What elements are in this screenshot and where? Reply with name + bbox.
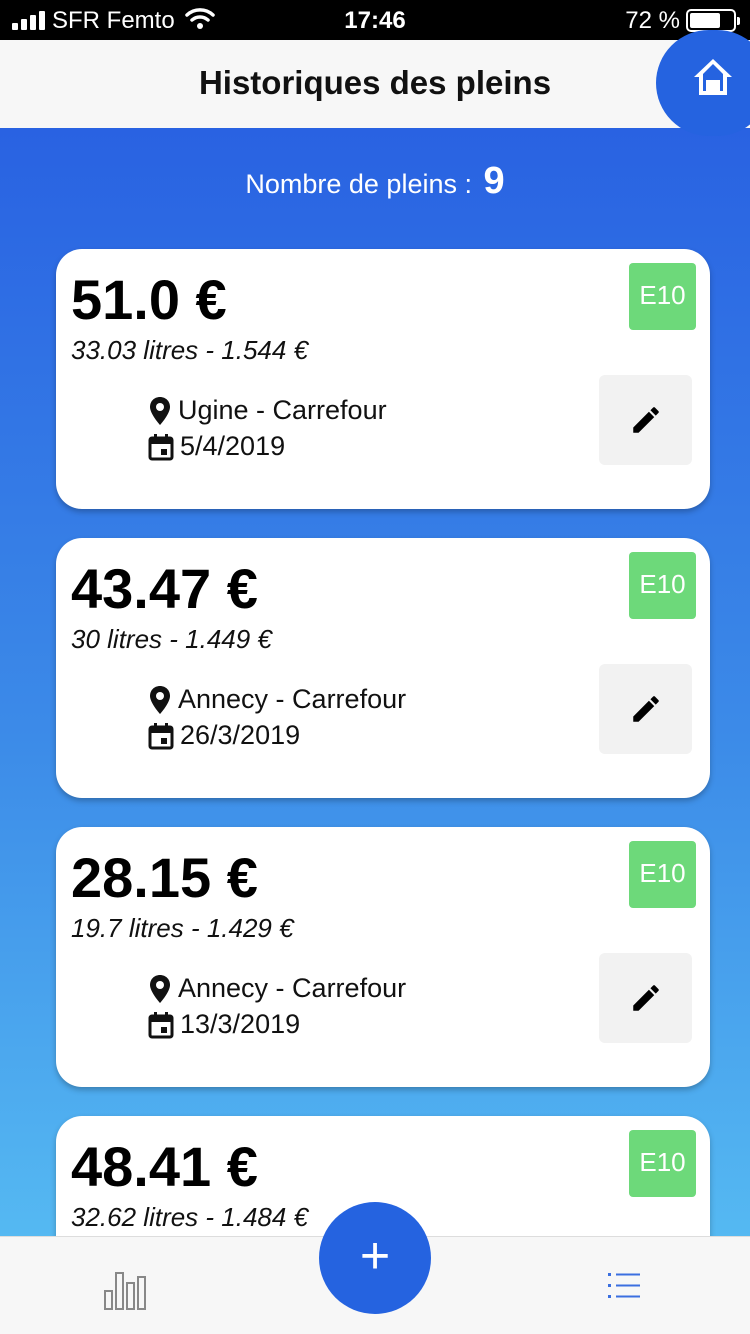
fill-detail: 30 litres - 1.449 € — [71, 624, 272, 654]
fill-location: Annecy - Carrefour — [148, 684, 406, 715]
location-text: Annecy - Carrefour — [178, 973, 407, 1003]
fuel-type-badge: E10 — [629, 263, 696, 330]
date-text: 5/4/2019 — [180, 431, 286, 461]
fuel-type-badge: E10 — [629, 841, 696, 908]
fill-price: 28.15 € — [71, 846, 258, 909]
pencil-icon — [633, 696, 659, 722]
fill-price: 48.41 € — [71, 1135, 258, 1198]
add-fill-button[interactable]: + — [319, 1202, 431, 1314]
bar-chart-icon[interactable] — [103, 1265, 147, 1311]
calendar-icon — [148, 722, 174, 749]
status-bar: SFR Femto 17:46 72 % — [0, 0, 750, 40]
history-list[interactable]: Nombre de pleins : 9 51.0 € 33.03 litres… — [0, 128, 750, 1238]
pencil-icon — [633, 985, 659, 1011]
fill-date: 13/3/2019 — [148, 1009, 300, 1040]
fuel-type-badge: E10 — [629, 552, 696, 619]
list-icon[interactable] — [607, 1271, 641, 1301]
fill-location: Ugine - Carrefour — [148, 395, 387, 426]
fill-date: 26/3/2019 — [148, 720, 300, 751]
calendar-icon — [148, 433, 174, 460]
fill-count-value: 9 — [483, 160, 505, 202]
fill-detail: 19.7 litres - 1.429 € — [71, 913, 294, 943]
fill-price: 43.47 € — [71, 557, 258, 620]
calendar-icon — [148, 1011, 174, 1038]
location-text: Ugine - Carrefour — [178, 395, 387, 425]
fill-count-label: Nombre de pleins : — [245, 169, 472, 199]
battery-percentage: 72 % — [625, 7, 680, 34]
fill-location: Annecy - Carrefour — [148, 973, 406, 1004]
date-text: 13/3/2019 — [180, 1009, 301, 1039]
edit-button[interactable] — [599, 664, 692, 754]
page-title: Historiques des pleins — [198, 64, 552, 101]
fill-detail: 32.62 litres - 1.484 € — [71, 1202, 309, 1232]
fill-date: 5/4/2019 — [148, 431, 285, 462]
fill-count: Nombre de pleins : 9 — [0, 160, 750, 203]
edit-button[interactable] — [599, 953, 692, 1043]
location-text: Annecy - Carrefour — [178, 684, 407, 714]
fill-card[interactable]: 43.47 € 30 litres - 1.449 € E10 Annecy -… — [56, 538, 710, 798]
app-header: Historiques des pleins — [0, 40, 750, 128]
location-pin-icon — [150, 974, 170, 1003]
fill-card[interactable]: 51.0 € 33.03 litres - 1.544 € E10 Ugine … — [56, 249, 710, 509]
fill-price: 51.0 € — [71, 268, 227, 331]
location-pin-icon — [150, 685, 170, 714]
edit-button[interactable] — [599, 375, 692, 465]
date-text: 26/3/2019 — [180, 720, 301, 750]
home-icon — [694, 59, 732, 95]
fill-detail: 33.03 litres - 1.544 € — [71, 335, 309, 365]
fill-card[interactable]: 28.15 € 19.7 litres - 1.429 € E10 Annecy… — [56, 827, 710, 1087]
fuel-type-badge: E10 — [629, 1130, 696, 1197]
battery-icon — [686, 9, 740, 32]
pencil-icon — [633, 407, 659, 433]
location-pin-icon — [150, 396, 170, 425]
